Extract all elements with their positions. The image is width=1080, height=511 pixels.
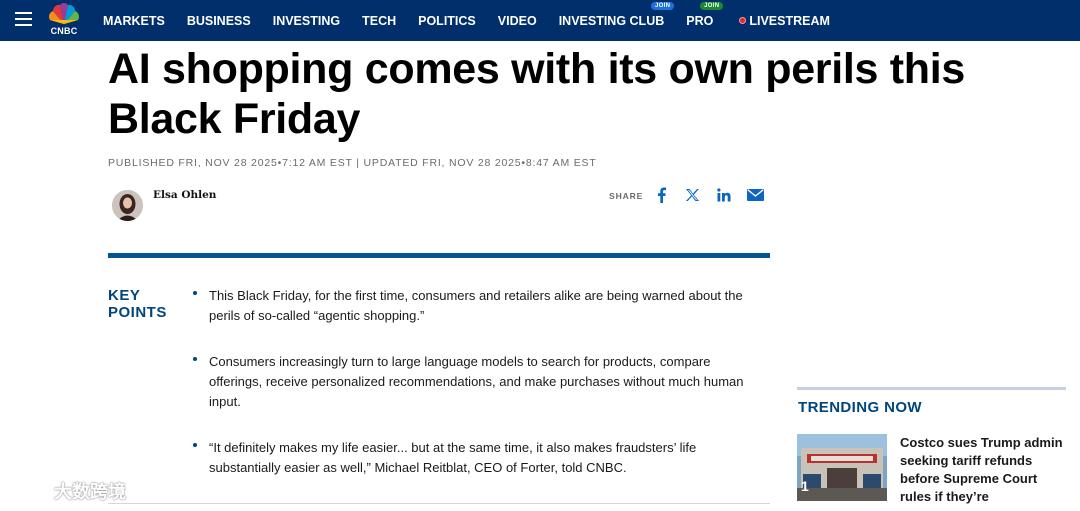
- watermark-logo-icon: [11, 480, 46, 500]
- linkedin-icon[interactable]: [716, 186, 732, 204]
- section-divider: [108, 253, 770, 258]
- join-badge: JOIN: [651, 1, 675, 10]
- trending-rule: [797, 387, 1066, 390]
- join-badge: JOIN: [700, 1, 724, 10]
- nav-investing[interactable]: INVESTING: [273, 14, 340, 28]
- nav-investing-club-label: INVESTING CLUB: [558, 13, 665, 28]
- share-label: SHARE: [609, 191, 644, 201]
- facebook-icon[interactable]: [654, 186, 668, 204]
- x-icon[interactable]: [683, 186, 701, 204]
- email-icon[interactable]: [746, 186, 764, 204]
- live-dot-icon: [739, 16, 747, 24]
- costco-store-image: [797, 434, 887, 501]
- key-point: “It definitely makes my life easier... b…: [190, 438, 750, 478]
- logo-text: CNBC: [50, 26, 78, 36]
- top-nav: CNBC MARKETS BUSINESS INVESTING TECH POL…: [0, 0, 1080, 41]
- key-point: Consumers increasingly turn to large lan…: [190, 352, 750, 412]
- author-photo: [112, 190, 143, 221]
- key-point: This Black Friday, for the first time, c…: [190, 286, 750, 326]
- cnbc-logo[interactable]: CNBC: [45, 2, 83, 38]
- nav-items: MARKETS BUSINESS INVESTING TECH POLITICS…: [103, 0, 852, 41]
- watermark-text: 大数跨境: [54, 482, 126, 502]
- watermark: 大数跨境: [10, 478, 126, 504]
- trending-title: TRENDING NOW: [798, 399, 922, 416]
- key-points-list: This Black Friday, for the first time, c…: [190, 286, 750, 504]
- author-name[interactable]: Elsa Ohlen: [153, 189, 216, 201]
- article-headline: AI shopping comes with its own perils th…: [108, 45, 966, 143]
- trending-headline[interactable]: Costco sues Trump admin seeking tariff r…: [900, 434, 1070, 506]
- nav-pro-label: PRO: [686, 13, 714, 28]
- nav-business[interactable]: BUSINESS: [187, 14, 251, 28]
- nav-livestream-label: LIVESTREAM: [749, 13, 830, 28]
- article-dateline: Published Fri, Nov 28 2025•7:12 AM EST |…: [108, 157, 597, 169]
- nav-tech[interactable]: TECH: [362, 14, 396, 28]
- peacock-icon: [48, 3, 80, 24]
- nav-markets[interactable]: MARKETS: [103, 14, 165, 28]
- nav-livestream[interactable]: LIVESTREAM: [739, 14, 830, 28]
- nav-pro[interactable]: PRO JOIN: [686, 1, 724, 28]
- key-points-bottom-rule: [108, 503, 770, 504]
- menu-icon[interactable]: [15, 12, 32, 26]
- key-points-title: KEY POINTS: [108, 287, 167, 321]
- trending-rank: 1: [801, 478, 809, 494]
- nav-politics[interactable]: POLITICS: [418, 14, 476, 28]
- trending-thumbnail[interactable]: [797, 434, 887, 501]
- nav-investing-club[interactable]: INVESTING CLUB JOIN: [558, 1, 675, 28]
- nav-video[interactable]: VIDEO: [498, 14, 537, 28]
- author-avatar[interactable]: [112, 190, 143, 221]
